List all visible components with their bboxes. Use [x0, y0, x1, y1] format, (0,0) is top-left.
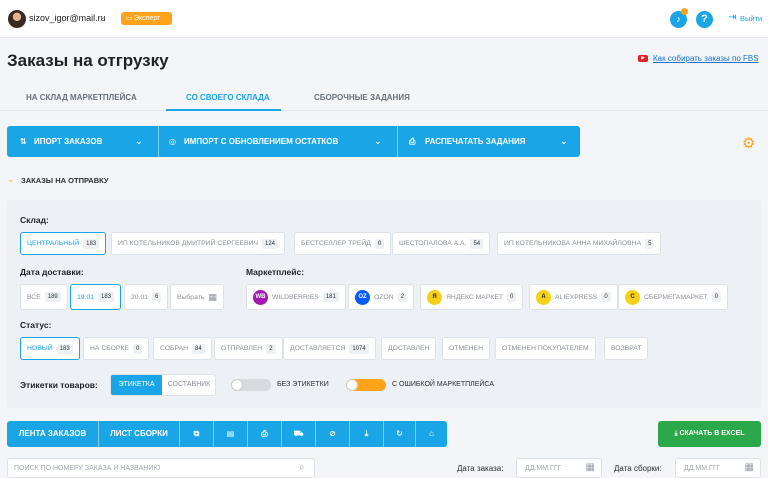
calendar-icon[interactable]: ▦: [586, 462, 595, 473]
actions-bar: ⇅ ИПОРТ ЗАКАЗОВ ⌄ ◎ ИМПОРТ С ОБНОВЛЕНИЕМ…: [7, 126, 580, 157]
label-option[interactable]: ЭТИКЕТКА: [111, 375, 162, 395]
aliexpress-icon: A: [536, 289, 551, 305]
chevron-down-icon[interactable]: ⌄: [135, 126, 143, 157]
marketplace-label: Маркетплейс:: [246, 267, 305, 277]
tab-own-warehouse[interactable]: СО СВОЕГО СКЛАДА: [186, 93, 270, 102]
status-chip[interactable]: ОТМЕНЕН: [442, 337, 490, 360]
logout-link[interactable]: Выйти: [740, 14, 762, 23]
status-chip[interactable]: НА СБОРКЕ 0: [83, 337, 150, 360]
yandex-market-icon: Я: [427, 289, 442, 305]
document-icon[interactable]: ▤: [214, 421, 247, 447]
top-bar: [0, 0, 768, 38]
sbermegamarket-icon: С: [625, 289, 640, 305]
excel-download-button[interactable]: ⤓ СКАЧАТЬ В EXCEL: [658, 421, 761, 447]
calendar-icon[interactable]: ▦: [745, 462, 754, 473]
status-chip[interactable]: СОБРАН 84: [153, 337, 212, 360]
date-placeholder: ДД.ММ.ГГГ: [684, 465, 721, 472]
refresh-icon[interactable]: ↻: [384, 421, 415, 447]
tab-underline: [166, 109, 281, 111]
order-date-input[interactable]: ДД.ММ.ГГГ ▦: [516, 458, 602, 478]
status-chip[interactable]: ОТПРАВЛЕН 2: [214, 337, 283, 360]
composite-option[interactable]: СОСТАВНИК: [162, 375, 215, 395]
status-chip[interactable]: ДОСТАВЛЯЕТСЯ 1074: [283, 337, 376, 360]
chevron-down-icon[interactable]: ⌄: [560, 126, 568, 157]
date-placeholder: ДД.ММ.ГГГ: [525, 465, 562, 472]
warehouse-chip[interactable]: ЦЕНТРАЛЬНЫЙ 183: [20, 232, 107, 255]
assembly-sheet-button[interactable]: ЛИСТ СБОРКИ: [99, 421, 179, 447]
delivery-chip[interactable]: ВСЕ 189: [20, 284, 68, 310]
build-date-label: Дата сборки:: [614, 464, 662, 473]
status-chip[interactable]: НОВЫЙ 183: [20, 337, 80, 360]
toggle-knob: [346, 379, 358, 391]
import-icon: ⇅: [20, 137, 27, 146]
chevron-down-icon[interactable]: ⌄: [7, 174, 15, 185]
chevron-down-icon[interactable]: ⌄: [374, 126, 382, 157]
help-icon[interactable]: ?: [696, 11, 713, 28]
search-placeholder: ПОИСК ПО НОМЕРУ ЗАКАЗА И НАЗВАНИЮ: [14, 465, 161, 472]
warehouse-chip[interactable]: ШЕСТОПАЛОВА А.А. 54: [392, 232, 491, 255]
status-chip[interactable]: ВОЗВРАТ: [604, 337, 649, 360]
divider: [397, 126, 398, 157]
notification-badge: [681, 8, 688, 15]
error-text: С ОШИБКОЙ МАРКЕТПЛЕЙСА: [392, 381, 494, 388]
tab-assembly-tasks[interactable]: СБОРОЧНЫЕ ЗАДАНИЯ: [314, 93, 410, 102]
order-date-label: Дата заказа:: [457, 464, 504, 473]
chevron-down-icon[interactable]: ⌄: [99, 11, 107, 22]
warehouse-chip[interactable]: БЕСТСЕЛЛЕР ТРЕЙД 0: [294, 232, 392, 255]
howto-link[interactable]: Как собирать заказы по FBS: [653, 54, 759, 63]
tag-icon[interactable]: ⌂: [416, 421, 447, 447]
orders-feed-button[interactable]: ЛЕНТА ЗАКАЗОВ: [7, 421, 98, 447]
status-chip[interactable]: ДОСТАВЛЕН: [381, 337, 437, 360]
wildberries-icon: WB: [253, 289, 268, 305]
print-tasks-button[interactable]: РАСПЕЧАТАТЬ ЗАДАНИЯ: [425, 126, 526, 157]
toggle-knob: [231, 379, 243, 391]
marketplace-chip[interactable]: A ALIEXPRESS 0: [529, 284, 618, 310]
page-title: Заказы на отгрузку: [7, 51, 169, 70]
delivery-chip[interactable]: 19.01 183: [70, 284, 122, 310]
import-update-button[interactable]: ИМПОРТ С ОБНОВЛЕНИЕМ ОСТАТКОВ: [184, 126, 338, 157]
search-icon[interactable]: ⌕: [299, 462, 305, 473]
truck-icon[interactable]: ⛟: [282, 421, 315, 447]
warehouse-chip[interactable]: ИП КОТЕЛЬНИКОВА АННА МИХАЙЛОВНА 5: [497, 232, 662, 255]
marketplace-chip[interactable]: OZ OZON 2: [348, 284, 414, 310]
refresh-icon: ◎: [169, 137, 176, 146]
delivery-chip[interactable]: 20.01 6: [124, 284, 169, 310]
printer-icon: ⎙: [409, 137, 416, 146]
divider: [158, 126, 159, 157]
delivery-pick[interactable]: Выбрать ▦: [170, 284, 224, 310]
marketplace-chip[interactable]: WB WILDBERRIES 181: [246, 284, 346, 310]
status-label: Статус:: [20, 320, 52, 330]
section-title[interactable]: ЗАКАЗЫ НА ОТПРАВКУ: [21, 176, 109, 185]
import-orders-button[interactable]: ИПОРТ ЗАКАЗОВ: [34, 126, 102, 157]
warehouse-chip[interactable]: ИП КОТЕЛЬНИКОВ ДМИТРИЙ СЕРГЕЕВИЧ 124: [111, 232, 286, 255]
user-email[interactable]: sizov_igor@mail.ru: [29, 13, 106, 23]
status-chip[interactable]: ОТМЕНЕН ПОКУПАТЕЛЕМ: [495, 337, 596, 360]
marketplace-chip[interactable]: С СБЕРМЕГАМАРКЕТ 0: [618, 284, 729, 310]
ozon-icon: OZ: [355, 289, 370, 305]
build-date-input[interactable]: ДД.ММ.ГГГ ▦: [675, 458, 761, 478]
copy-icon[interactable]: ⧉: [180, 421, 213, 447]
gear-icon[interactable]: ⚙: [742, 134, 755, 152]
cart-off-icon[interactable]: ⊘: [316, 421, 349, 447]
orders-toolbar: ЛЕНТА ЗАКАЗОВ ЛИСТ СБОРКИ ⧉ ▤ ⎙ ⛟ ⊘ ⤓ ↻ …: [7, 421, 447, 447]
warehouse-label: Склад:: [20, 215, 49, 225]
delivery-label: Дата доставки:: [20, 267, 84, 277]
label-type-switch: ЭТИКЕТКА СОСТАВНИК: [110, 374, 216, 396]
download-icon[interactable]: ⤓: [350, 421, 383, 447]
search-input[interactable]: ПОИСК ПО НОМЕРУ ЗАКАЗА И НАЗВАНИЮ ⌕: [7, 458, 315, 478]
plan-icon: ▭: [126, 15, 133, 22]
printer-icon[interactable]: ⎙: [248, 421, 281, 447]
avatar[interactable]: [8, 10, 26, 28]
youtube-icon[interactable]: ▶: [638, 55, 648, 62]
tab-marketplace-warehouse[interactable]: НА СКЛАД МАРКЕТПЛЕЙСА: [26, 93, 137, 102]
labels-label: Этикетки товаров:: [20, 380, 98, 390]
tabs-divider: [0, 110, 768, 111]
calendar-icon: ▦: [208, 291, 217, 302]
logout-icon[interactable]: ⇥: [728, 12, 736, 23]
marketplace-chip[interactable]: Я ЯНДЕКС МАРКЕТ 0: [420, 284, 524, 310]
no-label-text: БЕЗ ЭТИКЕТКИ: [277, 381, 329, 388]
